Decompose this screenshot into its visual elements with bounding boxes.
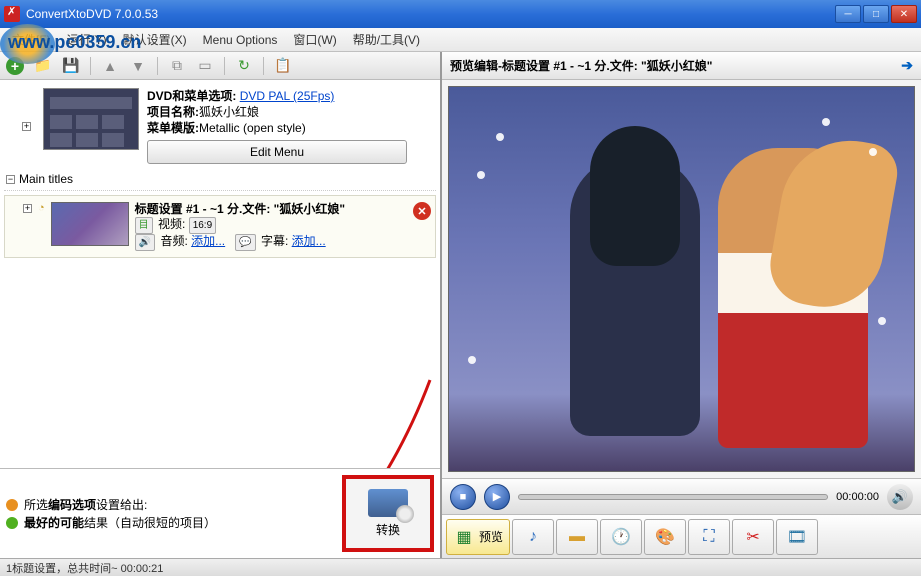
main-titles-label: Main titles — [19, 172, 73, 186]
collapse-main-titles[interactable]: − — [6, 175, 15, 184]
next-arrow-icon[interactable]: ➔ — [901, 57, 913, 74]
tab-output[interactable]: ⛶ — [688, 519, 730, 555]
menu-template-label: 菜单模版: — [147, 121, 199, 135]
title-header: 标题设置 #1 - ~1 分.文件: "狐妖小红娘" — [135, 202, 345, 216]
tab-image[interactable]: 🎨 — [644, 519, 686, 555]
tab-video[interactable]: 🎞 — [776, 519, 818, 555]
menu-window[interactable]: 窗口(W) — [285, 28, 344, 51]
app-icon — [4, 6, 20, 22]
tab-audio[interactable]: ♪ — [512, 519, 554, 555]
remove-title-button[interactable]: ✕ — [413, 202, 431, 220]
convert-button[interactable]: 转换 — [342, 475, 434, 552]
convert-label: 转换 — [376, 521, 400, 538]
audio-add-link[interactable]: 添加... — [191, 234, 225, 248]
menu-options[interactable]: Menu Options — [195, 30, 286, 50]
subtitle-label: 字幕: — [261, 234, 288, 248]
dvd-options-label: DVD和菜单选项: — [147, 89, 236, 103]
subtitle-icon: ▬ — [566, 526, 588, 548]
audio-badge-icon: 🔊 — [135, 234, 155, 251]
preview-area[interactable] — [448, 86, 915, 472]
scissors-icon: ✂ — [742, 526, 764, 548]
volume-button[interactable]: 🔊 — [887, 484, 913, 510]
menu-template-value: Metallic (open style) — [199, 121, 306, 135]
save-icon[interactable]: 💾 — [62, 57, 80, 75]
tab-preview[interactable]: ▦ 预览 — [446, 519, 510, 555]
merge-icon[interactable]: ⧉ — [168, 57, 186, 75]
stop-button[interactable]: ■ — [450, 484, 476, 510]
subtitle-badge-icon: 💬 — [235, 234, 255, 251]
preview-tabbar: ▦ 预览 ♪ ▬ 🕐 🎨 ⛶ ✂ 🎞 — [442, 514, 921, 558]
add-button[interactable]: + — [6, 57, 24, 75]
disc-icon: ◔ — [38, 202, 45, 214]
title-thumbnail[interactable] — [51, 202, 129, 246]
dvd-format-link[interactable]: DVD PAL (25Fps) — [240, 89, 335, 103]
expand-title[interactable]: + — [23, 204, 32, 213]
audio-label: 音频: — [160, 234, 187, 248]
refresh-icon[interactable]: ↻ — [235, 57, 253, 75]
menu-thumbnail[interactable] — [43, 88, 139, 150]
preview-tab-icon: ▦ — [453, 526, 475, 548]
preview-title: 预览编辑-标题设置 #1 - ~1 分.文件: "狐妖小红娘" — [450, 57, 712, 74]
left-pane: + 📁 💾 ▲ ▼ ⧉ ▭ ↻ 📋 + — [0, 52, 442, 558]
statusbar: 1标题设置，总共时间~ 00:00:21 — [0, 558, 921, 576]
time-display: 00:00:00 — [836, 491, 879, 503]
maximize-button[interactable]: □ — [863, 5, 889, 23]
preview-tab-label: 预览 — [479, 528, 503, 545]
title-row[interactable]: + ◔ 标题设置 #1 - ~1 分.文件: "狐妖小红娘" 目 视频: 16:… — [4, 195, 436, 258]
titlebar: ConvertXtoDVD 7.0.0.53 ─ □ ✕ — [0, 0, 921, 28]
menu-run[interactable]: 运行(Y) — [59, 28, 115, 51]
menubar: 文件[F) 运行(Y) 默认设置(X) Menu Options 窗口(W) 帮… — [0, 28, 921, 52]
video-label: 视频: — [158, 217, 185, 231]
image-settings-icon: 🎨 — [654, 526, 676, 548]
video-badge-icon: 目 — [135, 217, 153, 234]
subtitle-add-link[interactable]: 添加... — [292, 234, 326, 248]
video-aspect: 16:9 — [189, 217, 216, 234]
status-dot-orange — [6, 499, 18, 511]
left-bottom-panel: 所选编码选项设置给出: 最好的可能结果（自动很短的项目） 转换 — [0, 468, 440, 558]
right-pane: 预览编辑-标题设置 #1 - ~1 分.文件: "狐妖小红娘" ➔ ■ ▶ 00… — [442, 52, 921, 558]
output-icon: ⛶ — [698, 526, 720, 548]
left-toolbar: + 📁 💾 ▲ ▼ ⧉ ▭ ↻ 📋 — [0, 52, 440, 80]
tab-subtitle[interactable]: ▬ — [556, 519, 598, 555]
tab-cut[interactable]: ✂ — [732, 519, 774, 555]
player-controls: ■ ▶ 00:00:00 🔊 — [442, 478, 921, 514]
window-title: ConvertXtoDVD 7.0.0.53 — [26, 7, 835, 21]
status-text: 1标题设置，总共时间~ 00:00:21 — [6, 563, 163, 575]
music-note-icon: ♪ — [522, 526, 544, 548]
edit-menu-button[interactable]: Edit Menu — [147, 140, 407, 164]
batch-icon[interactable]: ▭ — [196, 57, 214, 75]
minimize-button[interactable]: ─ — [835, 5, 861, 23]
menu-help[interactable]: 帮助/工具(V) — [345, 28, 428, 51]
open-folder-icon[interactable]: 📁 — [34, 57, 52, 75]
expand-dvd[interactable]: + — [22, 122, 31, 131]
main-titles-header[interactable]: − Main titles — [4, 168, 436, 191]
close-button[interactable]: ✕ — [891, 5, 917, 23]
preview-header: 预览编辑-标题设置 #1 - ~1 分.文件: "狐妖小红娘" ➔ — [442, 52, 921, 80]
clock-icon: 🕐 — [610, 526, 632, 548]
convert-icon — [368, 489, 408, 517]
project-name-value: 狐妖小红娘 — [199, 105, 259, 119]
project-tree: + DVD和菜单选项: DVD PAL (25Fps) 项目名称:狐妖小红娘 菜… — [0, 80, 440, 468]
menu-defaults[interactable]: 默认设置(X) — [115, 28, 195, 51]
project-name-label: 项目名称: — [147, 105, 199, 119]
encoding-info: 所选编码选项设置给出: 最好的可能结果（自动很短的项目） — [6, 475, 334, 552]
tab-chapters[interactable]: 🕐 — [600, 519, 642, 555]
film-icon: 🎞 — [786, 526, 808, 548]
tool-icon[interactable]: 📋 — [274, 57, 292, 75]
move-up-icon[interactable]: ▲ — [101, 57, 119, 75]
seek-bar[interactable] — [518, 494, 828, 500]
dvd-info: DVD和菜单选项: DVD PAL (25Fps) 项目名称:狐妖小红娘 菜单模… — [147, 88, 418, 164]
annotation-arrow — [310, 370, 440, 468]
status-dot-green — [6, 517, 18, 529]
menu-file[interactable]: 文件[F) — [4, 28, 59, 51]
move-down-icon[interactable]: ▼ — [129, 57, 147, 75]
play-button[interactable]: ▶ — [484, 484, 510, 510]
preview-image — [449, 87, 914, 471]
